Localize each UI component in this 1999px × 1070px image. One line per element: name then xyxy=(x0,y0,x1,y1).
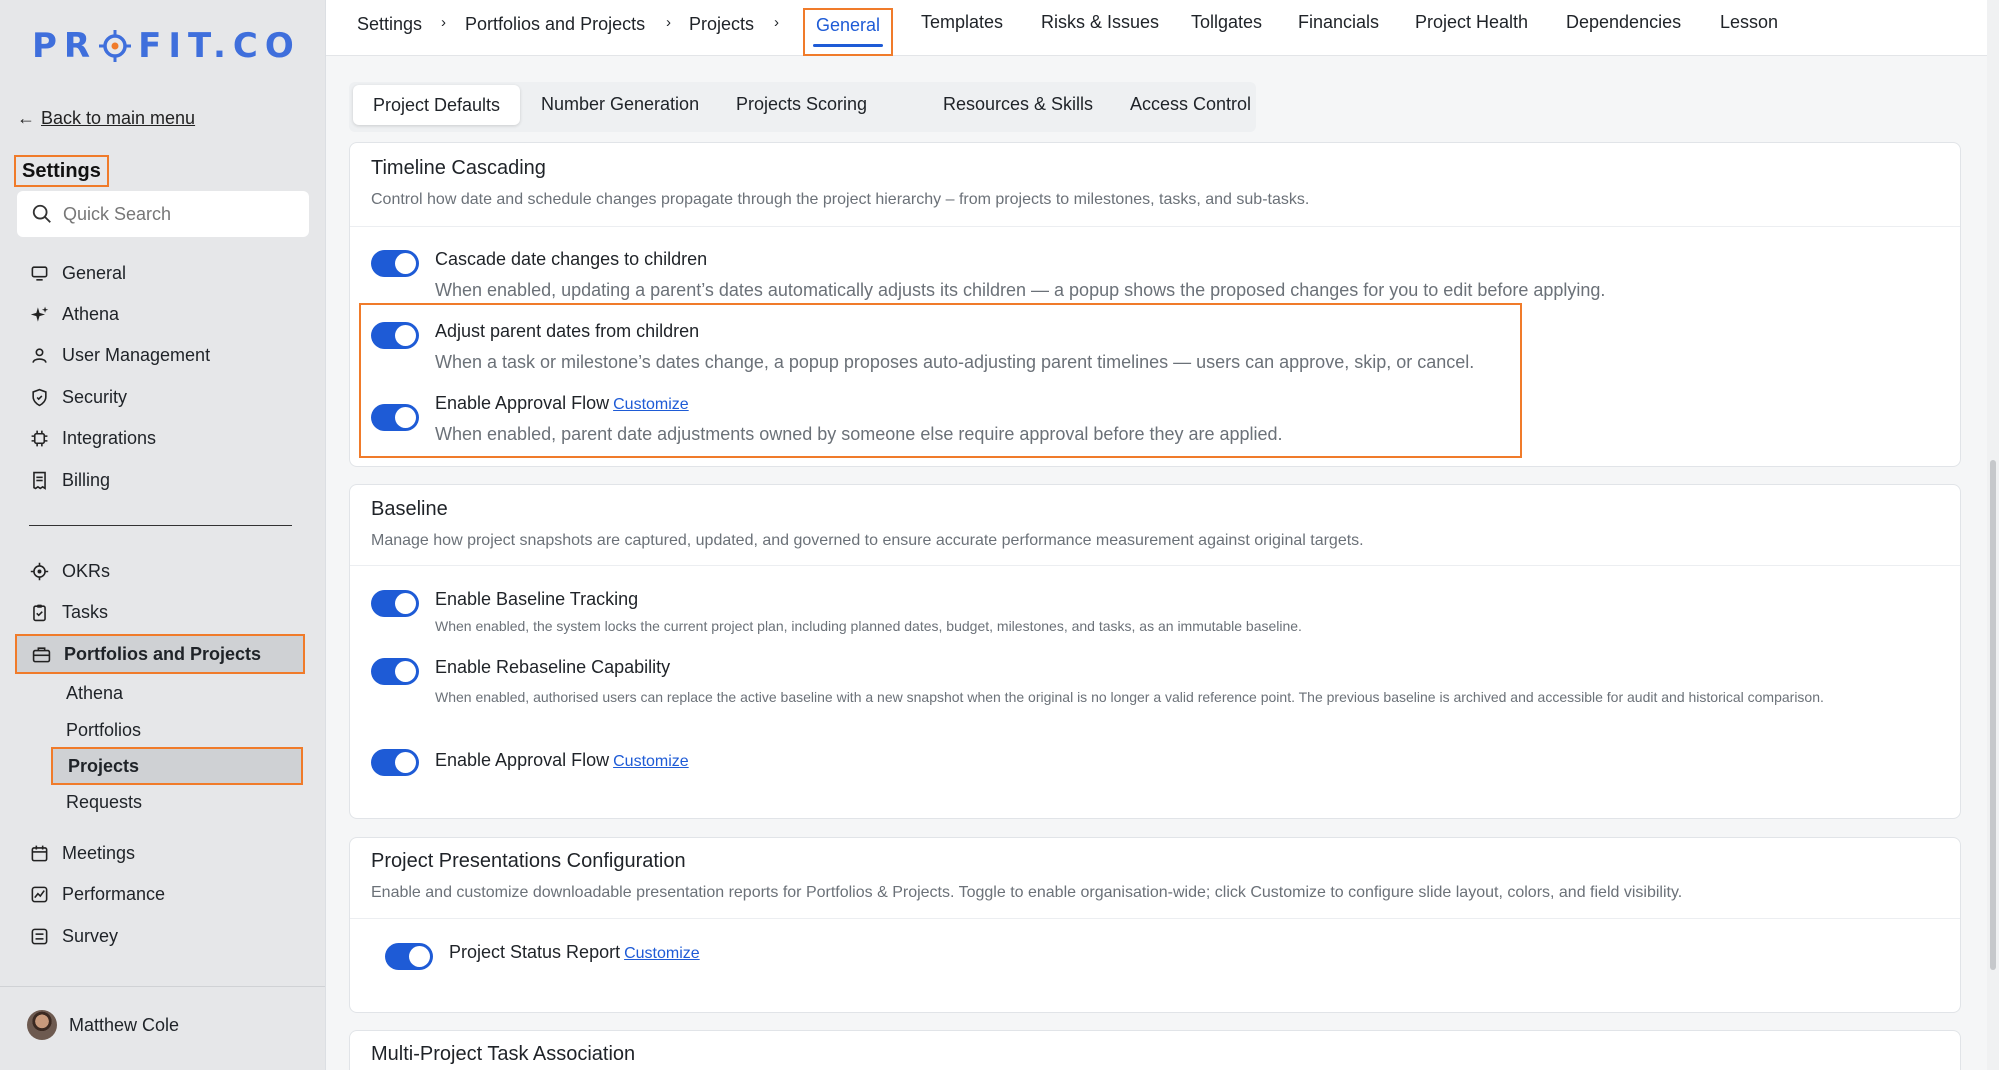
arrow-left-icon: ← xyxy=(17,108,35,128)
tab-templates[interactable]: Templates xyxy=(921,12,1003,33)
baseline-title: Baseline xyxy=(371,498,448,520)
rebaseline-capability-label: Enable Rebaseline Capability xyxy=(435,657,671,677)
sidebar-item-performance[interactable]: Performance xyxy=(30,878,165,910)
tab-dependencies[interactable]: Dependencies xyxy=(1566,12,1681,33)
baseline-tracking-toggle[interactable] xyxy=(371,590,419,617)
multi-project-task-title: Multi-Project Task Association xyxy=(371,1043,636,1065)
active-tab-underline xyxy=(813,44,883,47)
subtab-projects-scoring[interactable]: Projects Scoring xyxy=(736,82,867,126)
sidebar-item-meetings[interactable]: Meetings xyxy=(30,837,135,869)
top-navigation: Settings › Portfolios and Projects › Pro… xyxy=(326,0,1988,56)
sidebar-subitem-portfolios[interactable]: Portfolios xyxy=(66,715,141,745)
main-content: Settings › Portfolios and Projects › Pro… xyxy=(325,0,1988,1070)
rebaseline-capability-desc: When enabled, authorised users can repla… xyxy=(435,689,1824,705)
shield-icon xyxy=(32,388,47,406)
project-presentations-card: Project Presentations Configuration Enab… xyxy=(349,837,1961,1013)
project-presentations-desc: Enable and customize downloadable presen… xyxy=(371,884,1683,901)
project-status-report-label: Project Status Report Customize xyxy=(449,942,700,962)
subtab-access-control[interactable]: Access Control xyxy=(1130,82,1251,126)
baseline-tracking-label: Enable Baseline Tracking xyxy=(435,589,639,609)
sub-tabs: Project Defaults Number Generation Proje… xyxy=(349,82,1256,132)
sidebar-footer-divider xyxy=(0,986,325,987)
briefcase-icon xyxy=(32,646,51,662)
chip-icon xyxy=(31,430,48,446)
breadcrumb-portfolios-and-projects[interactable]: Portfolios and Projects xyxy=(465,14,645,35)
card-divider xyxy=(350,565,1960,566)
back-to-main-menu-link[interactable]: ← Back to main menu xyxy=(17,108,195,129)
profit-co-logo[interactable]: PR FIT.CO xyxy=(32,26,301,66)
timeline-cascading-title: Timeline Cascading xyxy=(371,157,546,179)
user-profile[interactable]: Matthew Cole xyxy=(27,1010,179,1040)
card-divider xyxy=(350,226,1960,227)
tab-risks-issues[interactable]: Risks & Issues xyxy=(1041,12,1159,33)
baseline-approval-flow-label: Enable Approval Flow Customize xyxy=(435,750,689,770)
chart-icon xyxy=(31,886,48,902)
tab-tollgates[interactable]: Tollgates xyxy=(1191,12,1262,33)
timeline-cascading-desc: Control how date and schedule changes pr… xyxy=(371,191,1310,208)
subtab-resources-skills[interactable]: Resources & Skills xyxy=(943,82,1093,126)
cascade-date-changes-toggle[interactable] xyxy=(371,250,419,277)
highlight-box xyxy=(359,303,1522,458)
subtab-project-defaults[interactable]: Project Defaults xyxy=(353,85,520,125)
sidebar-item-security[interactable]: Security xyxy=(30,381,127,413)
sidebar-subitem-projects[interactable]: Projects xyxy=(51,747,303,785)
sidebar-subitem-requests[interactable]: Requests xyxy=(66,787,142,817)
logo-target-icon xyxy=(99,30,132,62)
monitor-icon xyxy=(31,265,48,281)
user-icon xyxy=(32,347,47,363)
baseline-card: Baseline Manage how project snapshots ar… xyxy=(349,484,1961,819)
chevron-right-icon: › xyxy=(774,14,779,31)
quick-search-input[interactable] xyxy=(63,203,293,225)
baseline-approval-flow-toggle[interactable] xyxy=(371,749,419,776)
breadcrumb-settings[interactable]: Settings xyxy=(357,14,422,35)
sidebar-subitem-athena[interactable]: Athena xyxy=(66,678,123,708)
sidebar-item-survey[interactable]: Survey xyxy=(30,920,118,952)
clipboard-check-icon xyxy=(33,604,46,621)
baseline-desc: Manage how project snapshots are capture… xyxy=(371,532,1364,549)
baseline-tracking-desc: When enabled, the system locks the curre… xyxy=(435,618,1302,634)
rebaseline-capability-toggle[interactable] xyxy=(371,658,419,685)
user-name: Matthew Cole xyxy=(69,1014,180,1035)
quick-search-box[interactable] xyxy=(17,191,309,237)
breadcrumb-projects[interactable]: Projects xyxy=(689,14,754,35)
scrollbar-thumb[interactable] xyxy=(1990,460,1996,970)
sidebar-item-general[interactable]: General xyxy=(30,257,126,289)
sidebar-item-billing[interactable]: Billing xyxy=(30,464,110,496)
tab-financials[interactable]: Financials xyxy=(1298,12,1379,33)
tab-project-health[interactable]: Project Health xyxy=(1415,12,1528,33)
card-divider xyxy=(350,918,1960,919)
survey-icon xyxy=(31,928,48,944)
tab-general[interactable]: General xyxy=(803,8,893,56)
sidebar-item-portfolios-and-projects[interactable]: Portfolios and Projects xyxy=(15,634,305,674)
sidebar-item-integrations[interactable]: Integrations xyxy=(30,422,156,454)
sidebar-item-user-management[interactable]: User Management xyxy=(30,339,210,371)
cascade-date-changes-desc: When enabled, updating a parent’s dates … xyxy=(435,280,1606,300)
settings-title: Settings xyxy=(14,155,109,187)
target-icon xyxy=(30,562,49,580)
project-status-report-toggle[interactable] xyxy=(385,943,433,970)
chevron-right-icon: › xyxy=(666,14,671,31)
sidebar: PRFIT.CO ← Back to main menu Settings Ge… xyxy=(0,0,325,1070)
sparkle-icon xyxy=(30,306,49,322)
sidebar-divider xyxy=(29,525,292,526)
sidebar-item-okrs[interactable]: OKRs xyxy=(30,555,110,587)
tab-lesson[interactable]: Lesson xyxy=(1720,12,1778,33)
chevron-right-icon: › xyxy=(441,14,446,31)
sidebar-item-athena[interactable]: Athena xyxy=(30,298,119,330)
subtab-number-generation[interactable]: Number Generation xyxy=(541,82,699,126)
sidebar-item-tasks[interactable]: Tasks xyxy=(30,596,108,628)
baseline-approval-customize-link[interactable]: Customize xyxy=(613,753,689,770)
receipt-icon xyxy=(33,471,46,490)
avatar xyxy=(27,1010,57,1040)
cascade-date-changes-label: Cascade date changes to children xyxy=(435,249,708,269)
project-presentations-title: Project Presentations Configuration xyxy=(371,850,686,872)
calendar-icon xyxy=(31,845,48,861)
search-icon xyxy=(32,204,51,223)
project-status-customize-link[interactable]: Customize xyxy=(624,945,700,962)
multi-project-task-card: Multi-Project Task Association xyxy=(349,1030,1961,1070)
page-scrollbar[interactable] xyxy=(1987,0,1999,1070)
